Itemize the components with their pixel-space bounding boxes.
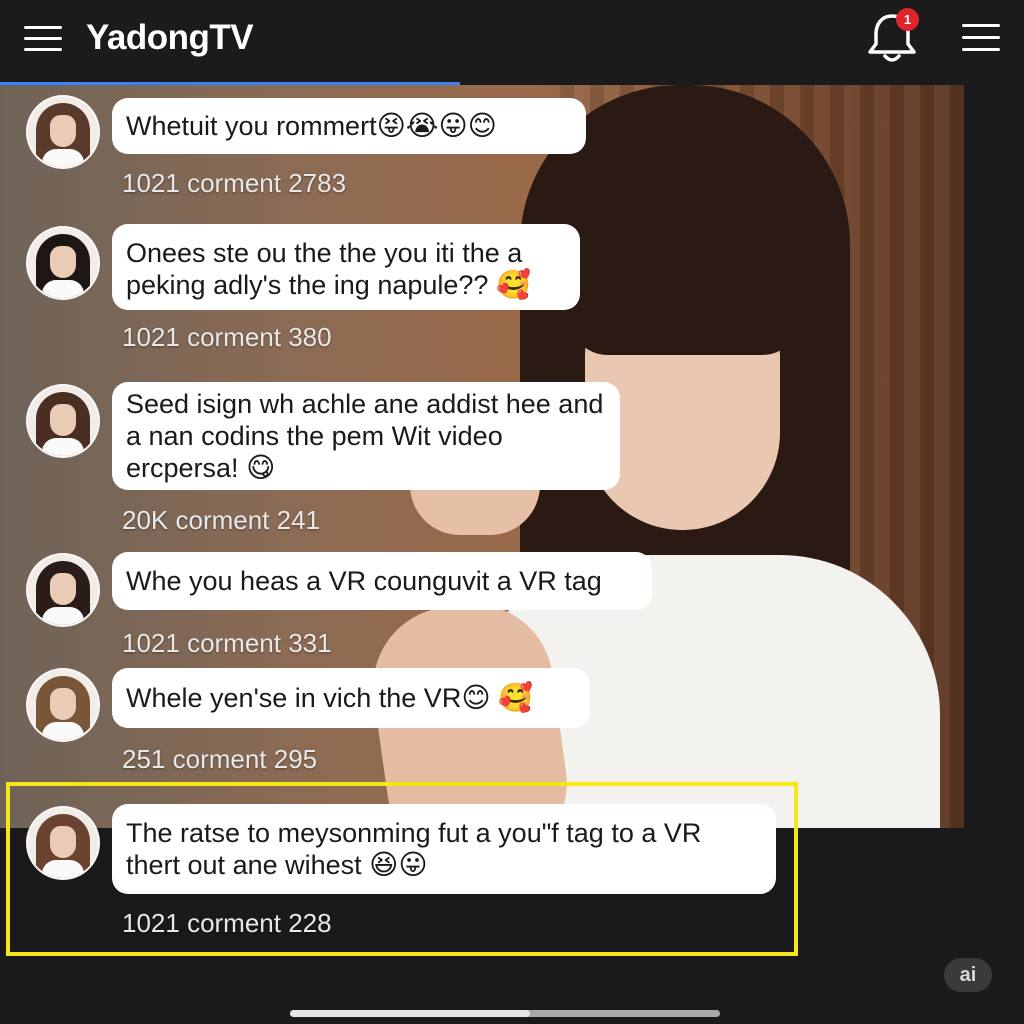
avatar[interactable] bbox=[26, 226, 100, 300]
home-indicator[interactable] bbox=[290, 1010, 720, 1017]
comment-bubble[interactable]: Onees ste ou the the you iti the a pekin… bbox=[112, 224, 580, 310]
avatar[interactable] bbox=[26, 384, 100, 458]
comment-emojis: 😝😭😛😊 bbox=[376, 110, 497, 141]
comment-meta: 251 corment 295 bbox=[122, 744, 318, 774]
app-logo[interactable]: YadongTV bbox=[86, 16, 254, 60]
comment-bubble[interactable]: Whele yen'se in vich the VR 😊 🥰 bbox=[112, 668, 590, 728]
comment-bubble[interactable]: The ratse to meysonming fut a you"f tag … bbox=[112, 804, 776, 894]
comment-bubble[interactable]: Seed isign wh achle ane addist hee and a… bbox=[112, 382, 620, 490]
comment-meta: 1021 corment 380 bbox=[122, 322, 332, 352]
comment-text: Whe you heas a VR counguvit a VR tag bbox=[126, 566, 602, 596]
hamburger-menu-icon-right[interactable] bbox=[962, 24, 1000, 52]
avatar[interactable] bbox=[26, 95, 100, 169]
comment-meta: 20K corment 241 bbox=[122, 505, 321, 535]
comment-text: Whetuit you rommert bbox=[126, 111, 377, 141]
comment-emojis: 😊 🥰 bbox=[461, 682, 534, 713]
comment-text: Seed isign wh achle ane addist hee and a… bbox=[126, 389, 604, 483]
video-progress-bar[interactable] bbox=[0, 82, 460, 85]
comment-meta: 1021 corment 228 bbox=[122, 908, 332, 938]
comment-emojis: 😋 bbox=[246, 452, 276, 483]
hamburger-menu-icon[interactable] bbox=[24, 26, 62, 52]
top-bar: YadongTV 1 bbox=[0, 0, 1024, 84]
comment-emojis: 🥰 bbox=[495, 269, 531, 300]
ai-badge-button[interactable]: ai bbox=[944, 958, 992, 992]
avatar[interactable] bbox=[26, 806, 100, 880]
comment-meta: 1021 corment 2783 bbox=[122, 168, 347, 198]
comment-bubble[interactable]: Whetuit you rommert 😝😭😛😊 bbox=[112, 98, 586, 154]
comment-bubble[interactable]: Whe you heas a VR counguvit a VR tag bbox=[112, 552, 652, 610]
comment-meta: 1021 corment 331 bbox=[122, 628, 332, 658]
comment-text: Whele yen'se in vich the VR bbox=[126, 683, 462, 713]
comment-emojis: 😆😛 bbox=[369, 849, 428, 880]
comment-text: Onees ste ou the the you iti the a pekin… bbox=[126, 238, 523, 300]
avatar[interactable] bbox=[26, 668, 100, 742]
notification-badge[interactable]: 1 bbox=[896, 8, 919, 31]
avatar[interactable] bbox=[26, 553, 100, 627]
